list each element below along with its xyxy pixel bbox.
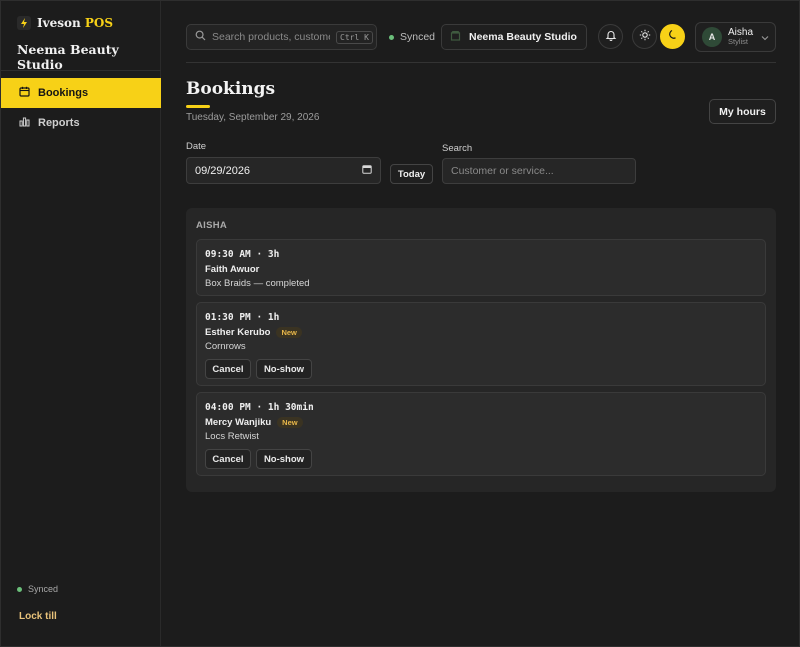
date-value: 09/29/2026 [195, 164, 251, 177]
sidebar-item-label: Bookings [38, 87, 89, 99]
booking-search-input[interactable] [451, 165, 631, 177]
sidebar-item-label: Reports [38, 117, 80, 129]
user-info: Aisha Stylist [728, 27, 753, 46]
search-label: Search [442, 143, 473, 154]
avatar: A [702, 27, 722, 47]
global-search[interactable]: Ctrl K [186, 24, 377, 50]
topbar-divider [186, 62, 776, 63]
booking-search[interactable] [442, 158, 636, 184]
sidebar-sync-status: Synced [17, 584, 58, 594]
customer-name: Esther Kerubo [205, 327, 271, 338]
bolt-logo-icon [17, 16, 31, 30]
store-name: Neema Beauty Studio [469, 31, 577, 43]
brand-name: Iveson POS [37, 16, 113, 30]
new-badge: New [276, 327, 302, 338]
no-show-button[interactable]: No-show [256, 359, 312, 379]
light-theme-button[interactable] [632, 24, 657, 49]
studio-name: Neema Beauty Studio [17, 42, 119, 72]
sync-status-text: Synced [400, 31, 436, 43]
title-underline [186, 105, 210, 108]
app-window: Iveson POS Neema Beauty Studio Bookings … [0, 0, 800, 647]
cancel-button[interactable]: Cancel [205, 449, 251, 469]
today-button[interactable]: Today [390, 164, 433, 184]
topbar-sync-status: Synced [389, 31, 435, 43]
cancel-button[interactable]: Cancel [205, 359, 251, 379]
bell-icon [605, 29, 617, 44]
sync-status-text: Synced [28, 584, 59, 594]
notifications-button[interactable] [598, 24, 623, 49]
date-label: Date [186, 141, 207, 152]
booking-time: 04:00 PM · 1h 30min [205, 402, 314, 413]
search-shortcut-hint: Ctrl K [336, 30, 373, 44]
new-badge: New [277, 417, 303, 428]
customer-name: Mercy Wanjiku [205, 417, 272, 428]
booking-service: Box Braids — completed [205, 278, 310, 289]
staff-bookings-panel: AISHA 09:30 AM · 3h Faith Awuor Box Brai… [186, 208, 776, 492]
sidebar-item-reports[interactable]: Reports [1, 108, 161, 138]
customer-name: Faith Awuor [205, 264, 260, 275]
booking-customer: Mercy Wanjiku New [205, 417, 303, 428]
page-date: Tuesday, September 29, 2026 [186, 112, 320, 123]
global-search-input[interactable] [212, 31, 330, 43]
booking-customer: Faith Awuor [205, 264, 259, 275]
moon-icon [667, 29, 679, 44]
sidebar-divider [1, 70, 161, 71]
sync-dot-icon [389, 34, 394, 40]
calendar-icon [19, 86, 30, 100]
store-selector[interactable]: Neema Beauty Studio [441, 24, 587, 50]
sync-dot-icon [17, 586, 22, 592]
booking-customer: Esther Kerubo New [205, 327, 302, 338]
bar-chart-icon [19, 116, 30, 130]
calendar-icon [362, 164, 372, 177]
lock-till-button[interactable]: Lock till [19, 611, 57, 622]
date-picker[interactable]: 09/29/2026 [186, 157, 381, 184]
brand-name-main: Iveson [37, 16, 81, 30]
booking-card[interactable]: 09:30 AM · 3h Faith Awuor Box Braids — c… [196, 239, 766, 296]
user-role: Stylist [728, 37, 749, 47]
brand: Iveson POS [17, 16, 113, 30]
booking-card[interactable]: 01:30 PM · 1h Esther Kerubo New Cornrows… [196, 302, 766, 386]
my-hours-button[interactable]: My hours [709, 99, 776, 124]
staff-name: AISHA [196, 220, 228, 231]
booking-card[interactable]: 04:00 PM · 1h 30min Mercy Wanjiku New Lo… [196, 392, 766, 476]
sidebar: Iveson POS Neema Beauty Studio Bookings … [1, 1, 161, 646]
user-menu[interactable]: A Aisha Stylist [695, 22, 776, 52]
booking-time: 09:30 AM · 3h [205, 249, 280, 260]
booking-time: 01:30 PM · 1h [205, 312, 280, 323]
sidebar-item-bookings[interactable]: Bookings [1, 78, 161, 108]
store-icon [450, 30, 461, 44]
sun-icon [639, 29, 651, 44]
booking-service: Locs Retwist [205, 431, 259, 442]
page-title: Bookings [186, 79, 276, 99]
dark-theme-button[interactable] [660, 24, 685, 49]
no-show-button[interactable]: No-show [256, 449, 312, 469]
search-icon [195, 30, 206, 44]
chevron-down-icon [761, 30, 769, 44]
brand-name-accent: POS [84, 16, 114, 30]
booking-service: Cornrows [205, 341, 246, 352]
